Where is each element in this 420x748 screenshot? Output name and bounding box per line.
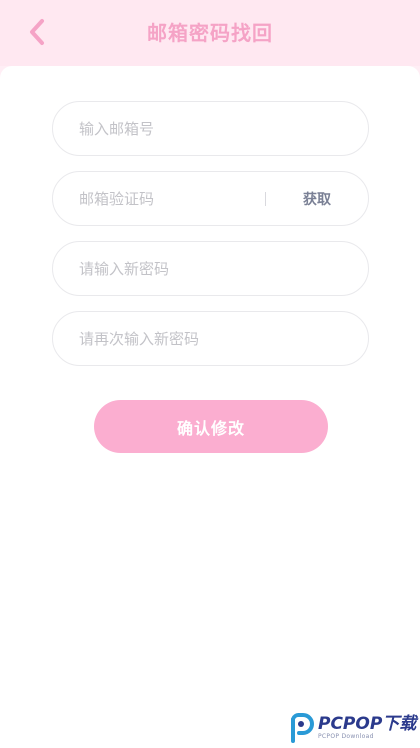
email-input[interactable] xyxy=(53,102,368,155)
email-field-container xyxy=(52,101,369,156)
watermark-title: PCPOP下载 xyxy=(318,714,417,734)
chevron-left-icon xyxy=(30,19,44,45)
watermark-subtitle: PCPOP Download xyxy=(318,733,374,740)
code-field-container: 获取 xyxy=(52,171,369,226)
new-password-input[interactable] xyxy=(53,242,368,295)
field-divider xyxy=(265,191,266,206)
confirm-password-input[interactable] xyxy=(53,312,368,365)
get-code-button[interactable]: 获取 xyxy=(272,189,362,209)
confirm-change-button[interactable]: 确认修改 xyxy=(94,400,328,453)
pcpop-logo-icon xyxy=(291,713,314,743)
new-password-field-container xyxy=(52,241,369,296)
watermark: PCPOP下载 PCPOP Download xyxy=(288,708,420,748)
verification-code-input[interactable] xyxy=(53,172,265,225)
page-title: 邮箱密码找回 xyxy=(147,21,273,45)
back-button[interactable] xyxy=(22,16,52,48)
header-bar: 邮箱密码找回 xyxy=(0,0,420,66)
confirm-password-field-container xyxy=(52,311,369,366)
